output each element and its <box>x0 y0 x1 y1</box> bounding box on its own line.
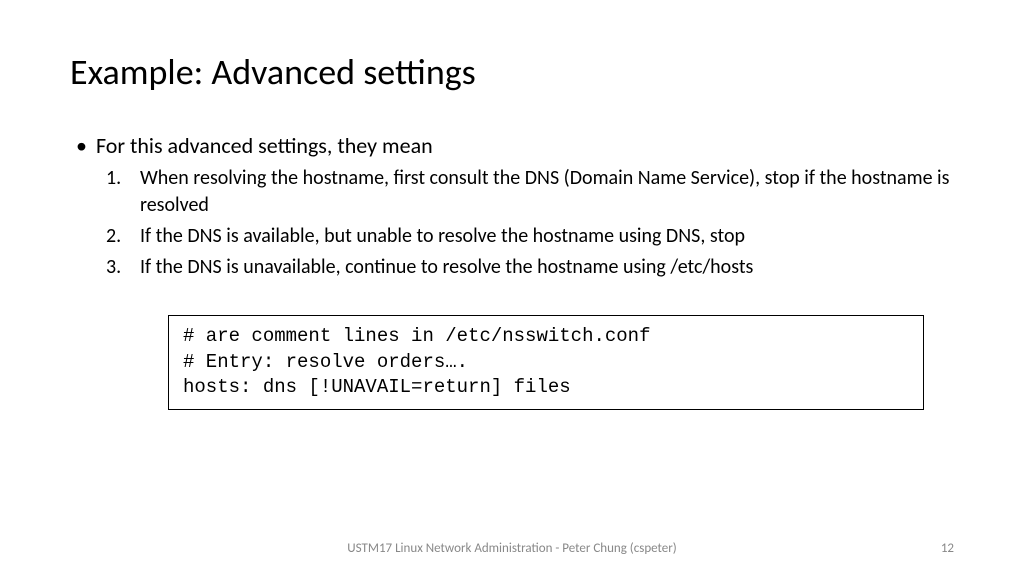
bullet-main: For this advanced settings, they mean <box>70 132 954 159</box>
code-box: # are comment lines in /etc/nsswitch.con… <box>168 315 924 410</box>
list-item: 3. If the DNS is unavailable, continue t… <box>106 254 954 281</box>
code-line: # Entry: resolve orders…. <box>183 350 909 376</box>
code-line: # are comment lines in /etc/nsswitch.con… <box>183 324 909 350</box>
list-item: 2. If the DNS is available, but unable t… <box>106 223 954 250</box>
slide-title: Example: Advanced settings <box>70 50 954 94</box>
list-item: 1. When resolving the hostname, first co… <box>106 165 954 219</box>
footer: USTM17 Linux Network Administration - Pe… <box>0 541 1024 556</box>
item-number: 3. <box>106 254 140 281</box>
numbered-list: 1. When resolving the hostname, first co… <box>70 165 954 281</box>
footer-text: USTM17 Linux Network Administration - Pe… <box>70 541 954 556</box>
item-text: If the DNS is unavailable, continue to r… <box>140 254 954 281</box>
page-number: 12 <box>941 541 954 556</box>
code-line: hosts: dns [!UNAVAIL=return] files <box>183 375 909 401</box>
item-text: If the DNS is available, but unable to r… <box>140 223 954 250</box>
item-number: 1. <box>106 165 140 219</box>
item-text: When resolving the hostname, first consu… <box>140 165 954 219</box>
item-number: 2. <box>106 223 140 250</box>
